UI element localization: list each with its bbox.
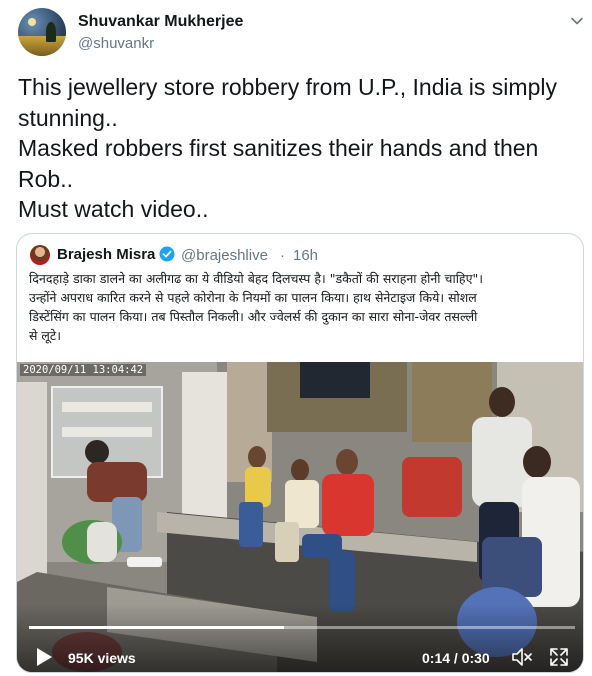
video-time: 0:14 / 0:30: [422, 650, 490, 666]
quoted-author-handle[interactable]: @brajeshlive: [181, 247, 268, 264]
volume-muted-icon[interactable]: [511, 647, 533, 667]
tweet-text-line: Must watch video..: [18, 196, 209, 222]
video-player[interactable]: 2020/09/11 13:04:42 95K views 0:14 / 0:3…: [17, 362, 583, 672]
avatar-tree: [46, 22, 56, 42]
author-avatar[interactable]: [18, 8, 66, 56]
quoted-timestamp[interactable]: 16h: [293, 247, 318, 264]
separator-dot: ·: [280, 247, 285, 264]
view-count: 95K views: [68, 650, 136, 666]
avatar-moon: [28, 18, 36, 26]
tweet-text-line: Rob..: [18, 165, 73, 192]
quoted-text-line: दिनदहाड़े डाका डालने का अलीगढ का ये वीडि…: [29, 271, 483, 286]
tweet-text-line: stunning..: [18, 104, 118, 131]
author-name[interactable]: Shuvankar Mukherjee: [78, 13, 243, 31]
chevron-down-icon[interactable]: [570, 14, 584, 28]
tweet-text: This jewellery store robbery from U.P., …: [18, 72, 578, 225]
cctv-timestamp: 2020/09/11 13:04:42: [20, 364, 147, 376]
progress-bar[interactable]: [29, 626, 575, 629]
tweet-text-line: This jewellery store robbery from U.P., …: [18, 74, 557, 100]
quoted-tweet[interactable]: Brajesh Misra @brajeshlive · 16h दिनदहाड…: [16, 233, 584, 673]
author-handle[interactable]: @shuvankr: [78, 35, 154, 52]
tweet-text-line: Masked robbers first sanitizes their han…: [18, 135, 539, 161]
progress-bar-fill: [29, 626, 284, 629]
play-icon[interactable]: [35, 647, 53, 667]
quoted-text-line: उन्होंने अपराध कारित करने से पहले कोरोना…: [29, 290, 477, 305]
quoted-text-line: से लूटे।: [29, 328, 61, 343]
quoted-author-name[interactable]: Brajesh Misra: [57, 246, 155, 263]
avatar-field: [18, 36, 66, 56]
quoted-text-line: डिस्टेंसिंग का पालन किया। तब पिस्तौल निक…: [29, 309, 478, 324]
tweet-card: Shuvankar Mukherjee @shuvankr This jewel…: [0, 0, 592, 676]
quoted-tweet-text: दिनदहाड़े डाका डालने का अलीगढ का ये वीडि…: [29, 269, 575, 345]
quoted-author-avatar[interactable]: [30, 245, 50, 265]
verified-badge-icon: [159, 246, 175, 262]
fullscreen-icon[interactable]: [549, 647, 569, 667]
